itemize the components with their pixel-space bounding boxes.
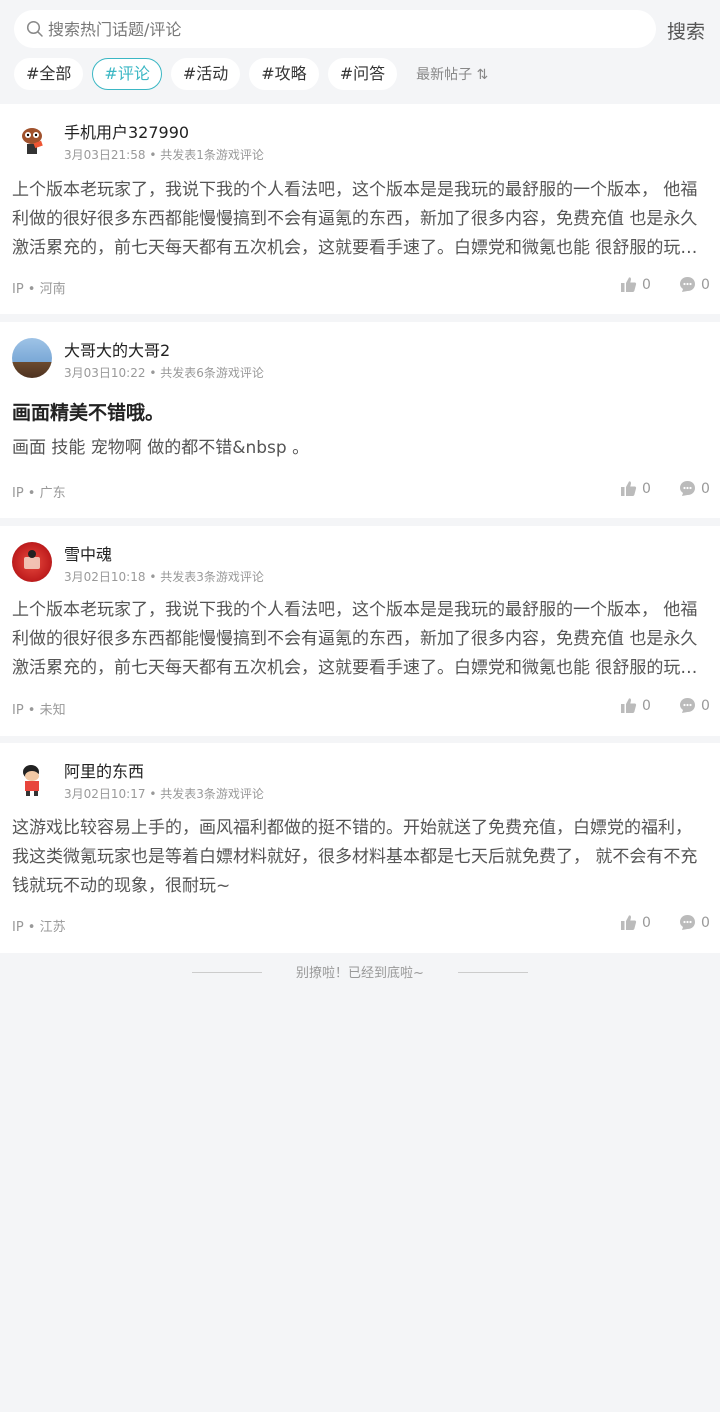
ip-location: IP • 未知: [12, 703, 66, 718]
avatar[interactable]: [12, 338, 52, 378]
review-count: 共发表3条游戏评论: [160, 570, 264, 584]
search-button[interactable]: 搜索: [667, 17, 705, 44]
post-body[interactable]: 画面 技能 宠物啊 做的都不错&nbsp 。: [12, 434, 708, 463]
topic-tabs: #全部 #评论 #活动 #攻略 #问答 最新帖子 ⇅: [14, 58, 488, 90]
avatar[interactable]: [12, 759, 52, 799]
comment-icon: [680, 698, 695, 713]
comment-icon: [680, 481, 695, 496]
ip-region: 未知: [39, 703, 66, 718]
comment-button[interactable]: 0: [679, 480, 710, 497]
username[interactable]: 手机用户327990: [64, 119, 189, 143]
post-meta: 3月03日21:58 • 共发表1条游戏评论: [64, 148, 264, 162]
username[interactable]: 阿里的东西: [64, 758, 144, 782]
end-of-list: 别撩啦！已经到底啦~: [0, 962, 720, 981]
comment-icon: [680, 277, 695, 292]
ip-region: 河南: [39, 282, 66, 297]
post-meta: 3月02日10:17 • 共发表3条游戏评论: [64, 787, 264, 801]
like-button[interactable]: 0: [620, 276, 651, 293]
tab-qa[interactable]: #问答: [327, 58, 398, 90]
review-count: 共发表3条游戏评论: [160, 787, 264, 801]
review-count: 共发表6条游戏评论: [160, 366, 264, 380]
post-time: 3月03日21:58: [64, 148, 146, 162]
sort-toggle[interactable]: 最新帖子 ⇅: [416, 64, 488, 84]
thumbs-up-icon: [621, 698, 637, 713]
comment-icon: [680, 915, 695, 930]
like-button[interactable]: 0: [620, 914, 651, 931]
end-of-list-text: 别撩啦！已经到底啦~: [296, 966, 424, 981]
comment-button[interactable]: 0: [679, 276, 710, 293]
post-body[interactable]: 上个版本老玩家了，我说下我的个人看法吧，这个版本是是我玩的最舒服的一个版本， 他…: [12, 596, 708, 683]
comment-count: 0: [701, 480, 710, 497]
tab-events[interactable]: #活动: [170, 58, 241, 90]
top-bar: 搜索 #全部 #评论 #活动 #攻略 #问答 最新帖子 ⇅: [0, 0, 720, 104]
comment-button[interactable]: 0: [679, 697, 710, 714]
divider: [458, 972, 528, 973]
like-count: 0: [642, 276, 651, 293]
username[interactable]: 大哥大的大哥2: [64, 337, 170, 361]
ip-region: 江苏: [39, 920, 66, 935]
like-count: 0: [642, 697, 651, 714]
search-input[interactable]: [48, 19, 628, 39]
tab-all[interactable]: #全部: [14, 58, 84, 90]
ip-location: IP • 河南: [12, 282, 66, 297]
post-time: 3月02日10:17: [64, 787, 146, 801]
comment-count: 0: [701, 697, 710, 714]
avatar[interactable]: [12, 542, 52, 582]
post-card[interactable]: 手机用户327990 3月03日21:58 • 共发表1条游戏评论 上个版本老玩…: [0, 104, 720, 314]
comment-button[interactable]: 0: [679, 914, 710, 931]
post-card[interactable]: 大哥大的大哥2 3月03日10:22 • 共发表6条游戏评论 画面精美不错哦。 …: [0, 322, 720, 518]
like-count: 0: [642, 480, 651, 497]
thumbs-up-icon: [621, 277, 637, 292]
review-count: 共发表1条游戏评论: [160, 148, 264, 162]
comment-count: 0: [701, 276, 710, 293]
like-button[interactable]: 0: [620, 480, 651, 497]
post-body[interactable]: 这游戏比较容易上手的，画风福利都做的挺不错的。开始就送了免费充值，白嫖党的福利，…: [12, 814, 708, 901]
like-button[interactable]: 0: [620, 697, 651, 714]
post-time: 3月02日10:18: [64, 570, 146, 584]
post-card[interactable]: 阿里的东西 3月02日10:17 • 共发表3条游戏评论 这游戏比较容易上手的，…: [0, 743, 720, 953]
like-count: 0: [642, 914, 651, 931]
tab-comments[interactable]: #评论: [92, 58, 162, 90]
avatar[interactable]: [12, 120, 52, 160]
tab-guides[interactable]: #攻略: [249, 58, 319, 90]
thumbs-up-icon: [621, 481, 637, 496]
search-box[interactable]: [14, 10, 656, 48]
divider: [192, 972, 262, 973]
ip-location: IP • 江苏: [12, 920, 66, 935]
ip-region: 广东: [39, 486, 66, 501]
post-card[interactable]: 雪中魂 3月02日10:18 • 共发表3条游戏评论 上个版本老玩家了，我说下我…: [0, 526, 720, 736]
post-meta: 3月03日10:22 • 共发表6条游戏评论: [64, 366, 264, 380]
post-time: 3月03日10:22: [64, 366, 146, 380]
post-body[interactable]: 上个版本老玩家了，我说下我的个人看法吧，这个版本是是我玩的最舒服的一个版本， 他…: [12, 176, 708, 263]
ip-location: IP • 广东: [12, 486, 66, 501]
post-title[interactable]: 画面精美不错哦。: [12, 398, 164, 425]
comment-count: 0: [701, 914, 710, 931]
thumbs-up-icon: [621, 915, 637, 930]
search-icon: [26, 20, 43, 37]
username[interactable]: 雪中魂: [64, 541, 112, 565]
post-meta: 3月02日10:18 • 共发表3条游戏评论: [64, 570, 264, 584]
